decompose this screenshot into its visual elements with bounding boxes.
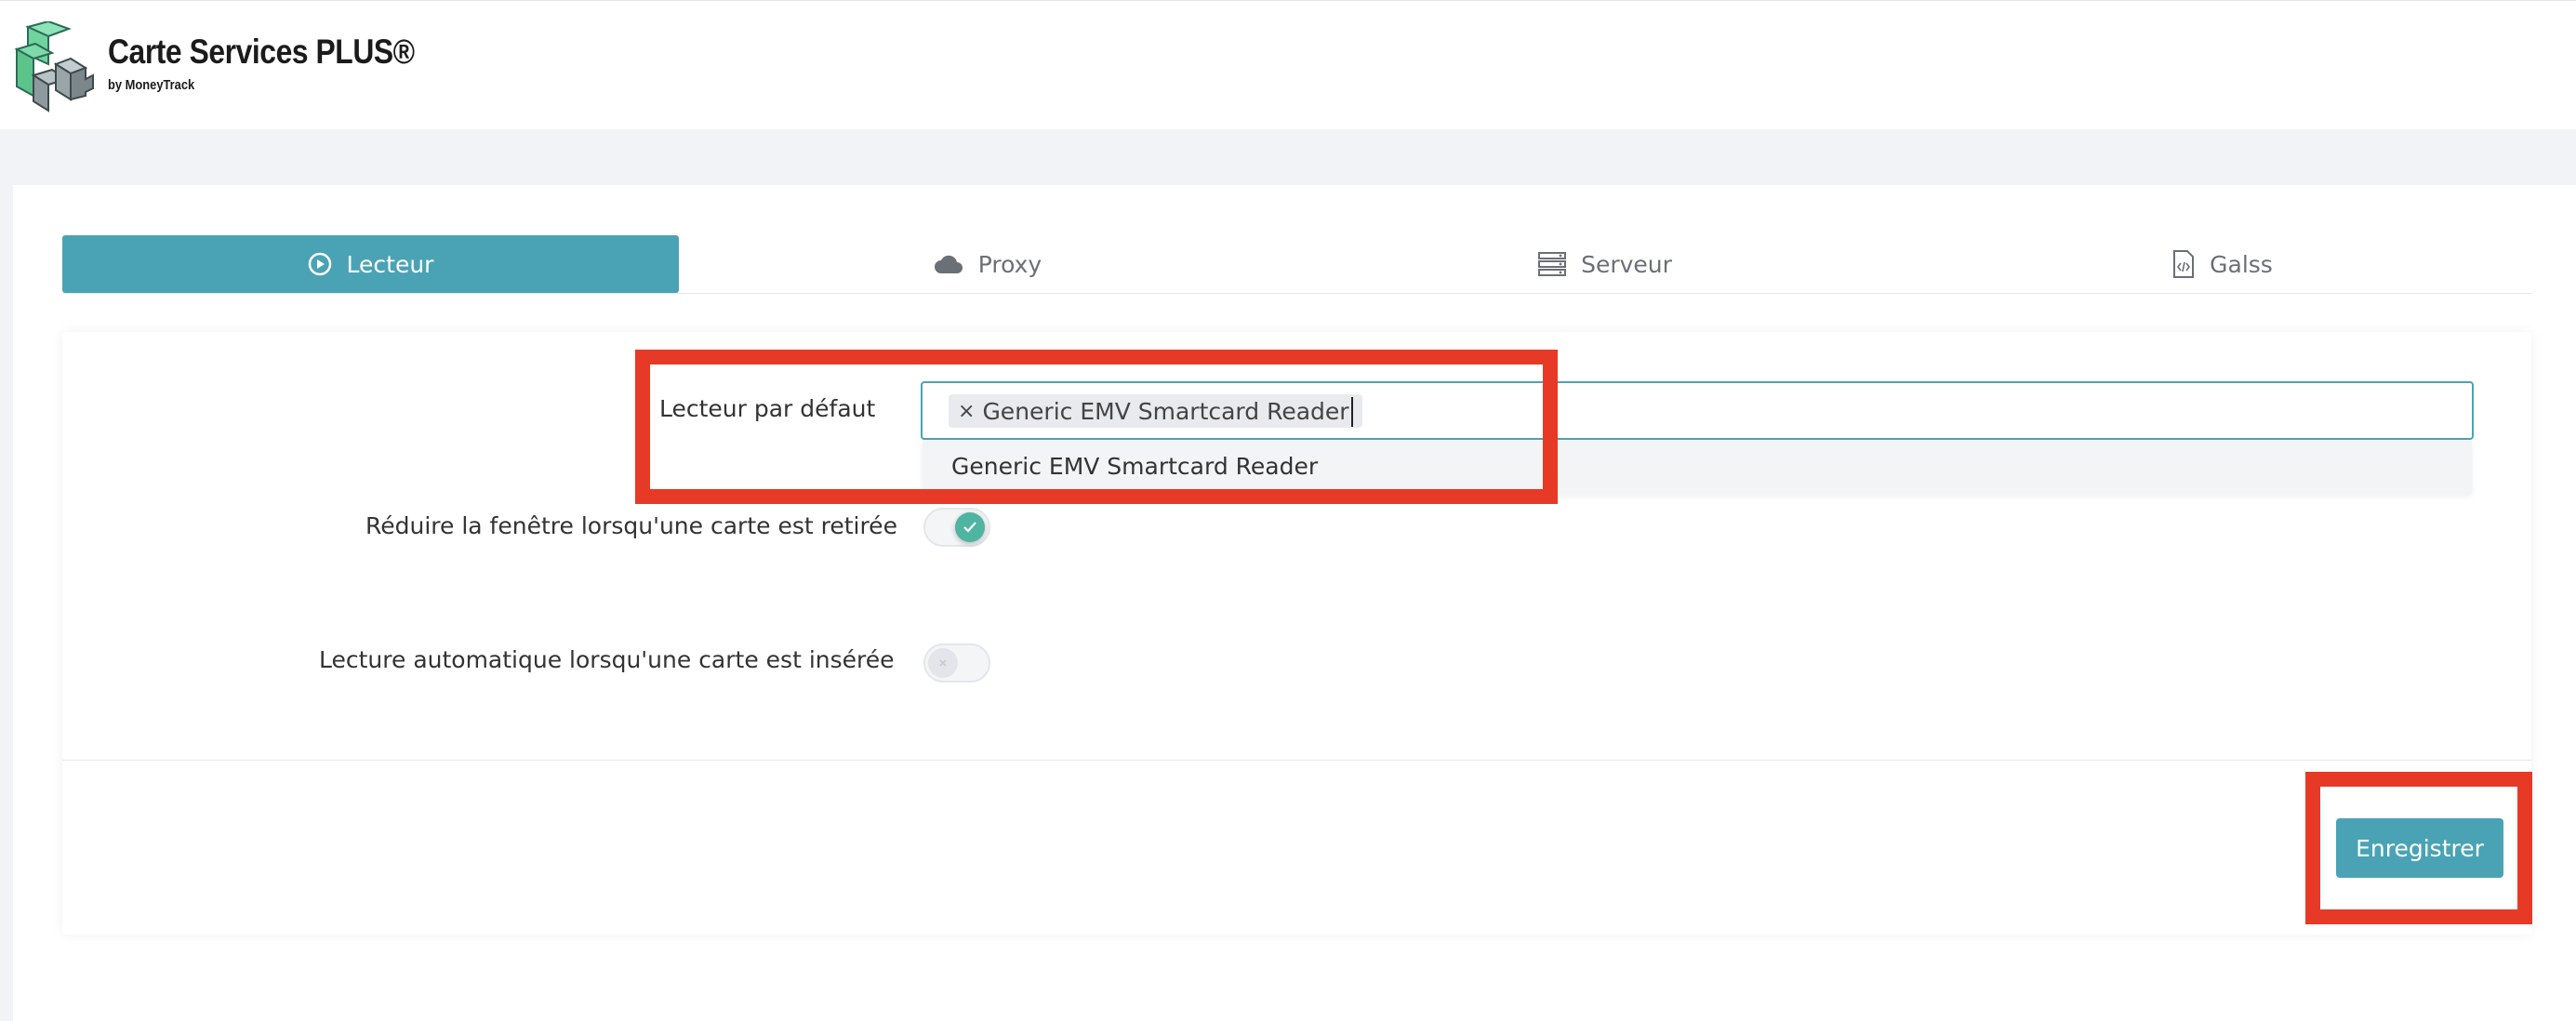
cloud-icon (934, 254, 963, 274)
tab-galss[interactable]: Galss (1914, 235, 2531, 293)
server-icon (1538, 252, 1567, 276)
autoread-toggle[interactable] (923, 643, 990, 683)
brand-subtitle: by MoneyTrack (108, 77, 195, 93)
check-icon (963, 522, 976, 533)
tab-serveur[interactable]: Serveur (1296, 235, 1914, 293)
play-circle-icon (308, 252, 332, 276)
app-header: Carte Services PLUS® by MoneyTrack (0, 0, 2576, 129)
tab-lecteur[interactable]: Lecteur (62, 235, 679, 293)
csp-cube-logo-icon (14, 21, 94, 113)
tab-proxy[interactable]: Proxy (679, 235, 1296, 293)
tab-label: Serveur (1581, 250, 1672, 278)
brand-title: Carte Services PLUS® (108, 33, 415, 71)
toggle-knob (928, 648, 958, 678)
autoread-label: Lecture automatique lorsqu'une carte est… (319, 646, 895, 673)
tab-label: Galss (2210, 250, 2273, 278)
highlight-save-button (2305, 772, 2532, 924)
form-divider (62, 760, 2531, 761)
toggle-knob (955, 512, 985, 542)
minimize-window-label: Réduire la fenêtre lorsqu'une carte est … (365, 512, 897, 539)
code-file-icon (2172, 250, 2195, 278)
x-icon (939, 659, 947, 667)
tab-label: Lecteur (346, 250, 434, 278)
highlight-default-reader (635, 350, 1558, 504)
minimize-window-toggle[interactable] (923, 508, 990, 547)
settings-tabs: Lecteur Proxy Serveur Galss (62, 235, 2531, 294)
tab-label: Proxy (977, 250, 1042, 278)
